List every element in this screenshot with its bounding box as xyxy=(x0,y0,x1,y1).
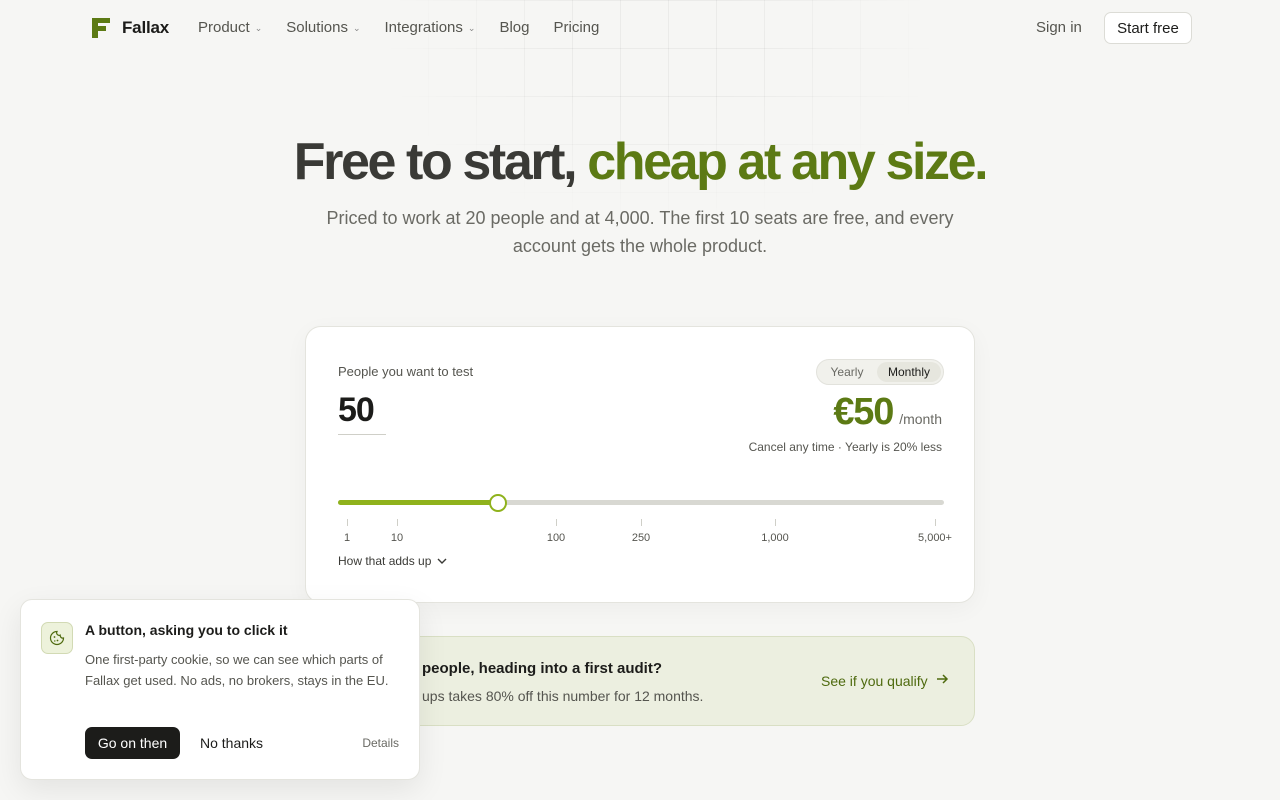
nav-integrations[interactable]: Integrations ⌄ xyxy=(385,19,476,36)
nav-links: Product ⌄ Solutions ⌄ Integrations ⌄ Blo… xyxy=(198,19,599,36)
slider-ticks: 1 10 100 250 1,000 5,000+ xyxy=(338,519,952,549)
pricing-card: People you want to test 50 Yearly Monthl… xyxy=(305,326,975,603)
billing-monthly-option[interactable]: Monthly xyxy=(877,362,941,382)
nav-blog[interactable]: Blog xyxy=(499,19,529,36)
tick-label: 100 xyxy=(546,532,566,544)
nav-solutions-label: Solutions xyxy=(286,19,348,36)
cookie-text: One first-party cookie, so we can see wh… xyxy=(85,652,389,688)
nav-product[interactable]: Product ⌄ xyxy=(198,19,262,36)
cookie-banner: A button, asking you to click it One fir… xyxy=(20,599,420,780)
top-nav: Fallax Product ⌄ Solutions ⌄ Integration… xyxy=(0,0,1280,56)
decline-cookie-button[interactable]: No thanks xyxy=(200,735,263,751)
nav-pricing[interactable]: Pricing xyxy=(553,19,599,36)
billing-toggle: Yearly Monthly xyxy=(816,359,944,385)
promo-title: people, heading into a first audit? xyxy=(422,660,663,677)
price-value: €50 xyxy=(833,391,894,433)
sign-in-link[interactable]: Sign in xyxy=(1036,19,1082,36)
tick-label: 1,000 xyxy=(761,532,789,544)
chevron-down-icon: ⌄ xyxy=(352,23,361,33)
brand[interactable]: Fallax xyxy=(92,18,169,38)
see-if-qualify-link[interactable]: See if you qualify xyxy=(821,673,949,689)
tick-label: 5,000+ xyxy=(918,532,952,544)
how-adds-up-toggle[interactable]: How that adds up xyxy=(338,554,447,568)
cookie-title: A button, asking you to click it xyxy=(85,622,288,638)
nav-solutions[interactable]: Solutions ⌄ xyxy=(286,19,360,36)
promo-text: ups takes 80% off this number for 12 mon… xyxy=(422,688,704,704)
tick-label: 250 xyxy=(631,532,651,544)
nav-pricing-label: Pricing xyxy=(553,19,600,36)
how-adds-up-label: How that adds up xyxy=(338,554,432,568)
cookie-icon xyxy=(41,622,73,654)
people-label: People you want to test xyxy=(338,364,474,379)
hero-title-main: Free to start, xyxy=(293,133,578,191)
fallax-logo-icon xyxy=(92,18,110,38)
nav-integrations-label: Integrations xyxy=(384,19,463,36)
brand-name: Fallax xyxy=(122,18,169,37)
nav-product-label: Product xyxy=(198,19,250,36)
price-unit: /month xyxy=(899,411,942,427)
chevron-down-icon: ⌄ xyxy=(254,23,263,33)
slider-fill xyxy=(338,500,498,505)
nav-blog-label: Blog xyxy=(499,19,530,36)
chevron-down-icon: ⌄ xyxy=(467,23,476,33)
tick-label: 1 xyxy=(343,532,351,544)
see-if-qualify-label: See if you qualify xyxy=(821,673,928,689)
accept-cookie-button[interactable]: Go on then xyxy=(85,727,180,759)
hero-title-accent: cheap at any size. xyxy=(587,133,988,191)
slider-thumb[interactable] xyxy=(489,494,507,512)
price-note: Cancel any time · Yearly is 20% less xyxy=(748,440,942,454)
start-free-button[interactable]: Start free xyxy=(1104,12,1192,44)
people-slider[interactable] xyxy=(338,493,944,513)
arrow-right-icon xyxy=(936,674,948,684)
hero-subtitle: Priced to work at 20 people and at 4,000… xyxy=(326,208,954,256)
tick-label: 10 xyxy=(390,532,404,544)
cookie-details-link[interactable]: Details xyxy=(362,736,399,750)
hero-title: Free to start, cheap at any size. xyxy=(0,132,1280,192)
price-display: €50 /month xyxy=(833,391,942,434)
people-input[interactable]: 50 xyxy=(338,391,386,435)
chevron-down-icon xyxy=(437,558,447,564)
billing-yearly-option[interactable]: Yearly xyxy=(819,362,875,382)
